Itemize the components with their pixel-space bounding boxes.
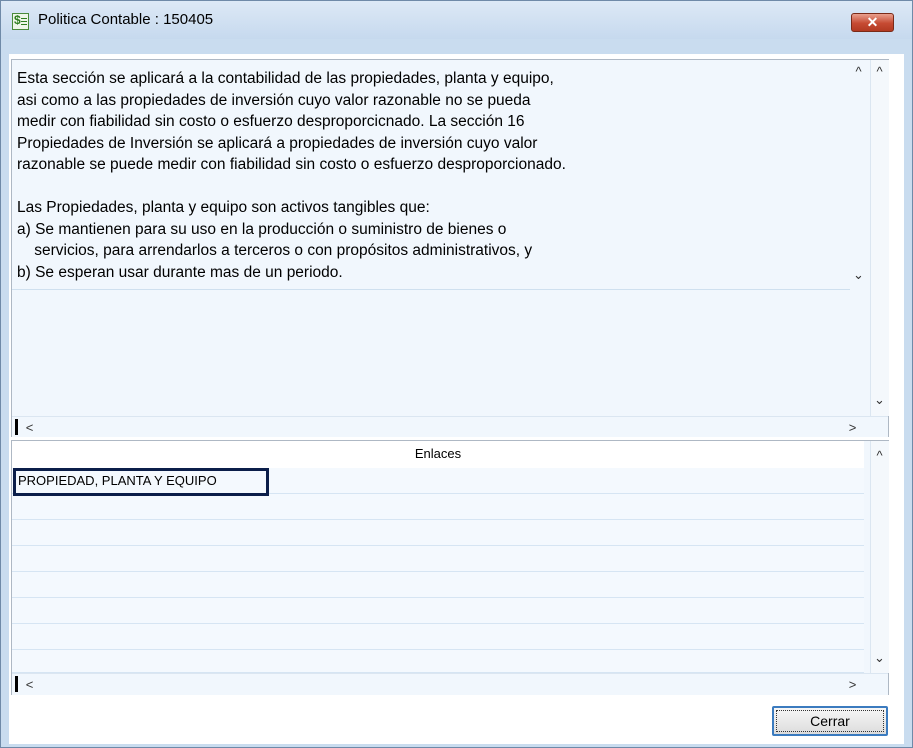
policy-document-icon: $ [12,13,29,30]
dialog-window: $ Politica Contable : 150405 ✕ Esta secc… [0,0,913,748]
dialog-body: Esta sección se aplicará a la contabilid… [9,54,904,744]
table-row[interactable] [12,598,864,624]
window-title: Politica Contable : 150405 [38,11,214,28]
enlaces-table[interactable]: Enlaces PROPIEDAD, PLANTA Y EQUIPO ^ ⌄ <… [11,440,889,695]
close-button[interactable]: Cerrar [772,706,888,736]
enlaces-column-header[interactable]: Enlaces [12,441,864,469]
scroll-up-icon[interactable]: ^ [871,65,888,79]
close-window-button[interactable]: ✕ [851,13,894,32]
scroll-down-icon[interactable]: ⌄ [871,393,888,407]
table-row[interactable] [12,520,864,546]
scroll-down-icon[interactable]: ⌄ [871,651,888,665]
table-horizontal-scrollbar[interactable]: < > [12,673,888,695]
scroll-right-icon[interactable]: > [844,678,861,692]
table-row[interactable] [12,650,864,673]
scroll-up-icon[interactable]: ^ [850,65,867,79]
scroll-up-icon[interactable]: ^ [871,449,888,463]
table-row[interactable] [12,494,864,520]
text-cursor-marker [15,419,18,435]
scroll-down-icon[interactable]: ⌄ [850,268,867,282]
policy-text-panel[interactable]: Esta sección se aplicará a la contabilid… [11,59,889,437]
title-bar[interactable]: $ Politica Contable : 150405 ✕ [1,1,912,39]
table-vertical-scrollbar[interactable]: ^ ⌄ [870,441,889,673]
selected-row-highlight [13,468,269,496]
policy-text[interactable]: Esta sección se aplicará a la contabilid… [17,68,847,288]
text-area-divider [12,289,850,290]
text-inner-vertical-scrollbar[interactable]: ^ ⌄ [850,62,867,288]
close-button-label: Cerrar [810,713,850,729]
table-cursor-marker [15,676,18,692]
text-horizontal-scrollbar[interactable]: < > [12,416,888,437]
text-outer-vertical-scrollbar[interactable]: ^ ⌄ [870,60,889,416]
table-row[interactable] [12,624,864,650]
scroll-left-icon[interactable]: < [21,678,38,692]
table-row[interactable] [12,546,864,572]
scroll-right-icon[interactable]: > [844,421,861,435]
scroll-left-icon[interactable]: < [21,421,38,435]
table-row[interactable] [12,572,864,598]
